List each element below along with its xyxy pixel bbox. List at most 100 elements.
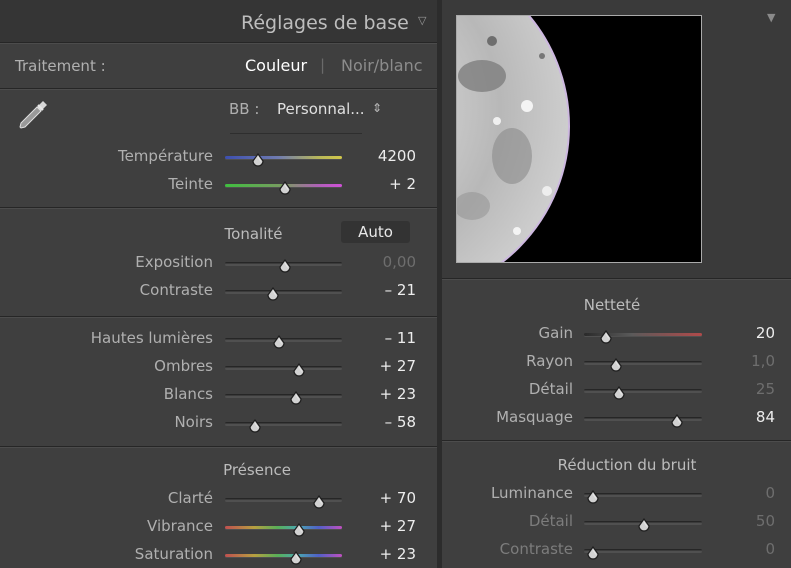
slider-thumb[interactable]: [670, 414, 684, 428]
slider-value[interactable]: 25: [695, 380, 775, 398]
wb-select[interactable]: Personnal...: [277, 100, 365, 118]
treatment-color-button[interactable]: Couleur: [245, 56, 307, 75]
slider-row: Exposition 0,00: [0, 251, 437, 275]
slider-label: Température: [117, 147, 213, 165]
divider: [442, 278, 791, 280]
slider-value[interactable]: 0: [695, 540, 775, 558]
auto-button-label: Auto: [358, 223, 393, 241]
slider-row: Gain 20: [442, 322, 791, 346]
slider-thumb[interactable]: [312, 495, 326, 509]
sharpening-section-label: Netteté: [583, 296, 641, 314]
slider-track[interactable]: [584, 549, 702, 552]
slider-thumb[interactable]: [599, 330, 613, 344]
slider-track[interactable]: [225, 156, 342, 159]
presence-section-label: Présence: [223, 461, 291, 479]
slider-track[interactable]: [584, 389, 702, 392]
collapse-triangle-icon[interactable]: ▼: [767, 11, 775, 24]
slider-label: Clarté: [167, 489, 213, 507]
noise-section-label: Réduction du bruit: [557, 456, 697, 474]
slider-thumb[interactable]: [278, 181, 292, 195]
slider-row: Détail 25: [442, 378, 791, 402]
slider-label: Rayon: [526, 352, 573, 370]
slider-label: Luminance: [490, 484, 573, 502]
eyedropper-icon[interactable]: [14, 96, 50, 132]
slider-row: Température 4200: [0, 145, 437, 169]
slider-thumb[interactable]: [586, 546, 600, 560]
slider-label: Gain: [538, 324, 574, 342]
slider-value[interactable]: – 21: [336, 281, 416, 299]
slider-value[interactable]: + 2: [336, 175, 416, 193]
slider-track[interactable]: [225, 394, 342, 397]
slider-value[interactable]: 50: [695, 512, 775, 530]
slider-thumb[interactable]: [586, 490, 600, 504]
slider-thumb[interactable]: [612, 386, 626, 400]
slider-row: Ombres + 27: [0, 355, 437, 379]
tone-section-label: Tonalité: [224, 225, 283, 243]
slider-label: Détail: [528, 380, 573, 398]
slider-value[interactable]: – 11: [336, 329, 416, 347]
treatment-separator: |: [320, 56, 326, 74]
slider-track[interactable]: [225, 290, 342, 293]
slider-value[interactable]: 1,0: [695, 352, 775, 370]
slider-label: Détail: [528, 512, 573, 530]
slider-track[interactable]: [584, 361, 702, 364]
slider-row: Détail 50: [442, 510, 791, 534]
collapse-triangle-icon[interactable]: ▽: [418, 14, 426, 27]
slider-value[interactable]: + 27: [336, 517, 416, 535]
slider-row: Blancs + 23: [0, 383, 437, 407]
slider-value[interactable]: + 27: [336, 357, 416, 375]
slider-row: Contraste 0: [442, 538, 791, 562]
slider-thumb[interactable]: [609, 358, 623, 372]
slider-track[interactable]: [584, 417, 702, 420]
slider-thumb[interactable]: [272, 335, 286, 349]
basic-panel: Réglages de base ▽ Traitement : Couleur …: [0, 0, 437, 568]
slider-thumb[interactable]: [251, 153, 265, 167]
auto-button[interactable]: Auto: [341, 221, 410, 243]
divider: [0, 207, 437, 209]
slider-row: Clarté + 70: [0, 487, 437, 511]
slider-track[interactable]: [225, 366, 342, 369]
slider-track[interactable]: [225, 422, 342, 425]
slider-thumb[interactable]: [292, 523, 306, 537]
slider-label: Teinte: [168, 175, 213, 193]
divider: [0, 88, 437, 90]
slider-row: Masquage 84: [442, 406, 791, 430]
slider-track[interactable]: [584, 493, 702, 496]
slider-value[interactable]: 0,00: [336, 253, 416, 271]
slider-label: Noirs: [174, 413, 213, 431]
treatment-bw-button[interactable]: Noir/blanc: [341, 56, 423, 75]
slider-thumb[interactable]: [248, 419, 262, 433]
wb-label: BB :: [229, 100, 260, 118]
slider-row: Vibrance + 27: [0, 515, 437, 539]
wb-underline: [230, 133, 362, 134]
slider-value[interactable]: + 23: [336, 385, 416, 403]
wb-select-arrows-icon[interactable]: ⇕: [372, 101, 382, 115]
slider-label: Contraste: [499, 540, 573, 558]
slider-label: Saturation: [134, 545, 213, 563]
divider: [0, 316, 437, 318]
slider-value[interactable]: – 58: [336, 413, 416, 431]
slider-thumb[interactable]: [289, 551, 303, 565]
divider: [0, 42, 437, 44]
slider-track[interactable]: [225, 526, 342, 529]
slider-row: Contraste – 21: [0, 279, 437, 303]
slider-thumb[interactable]: [292, 363, 306, 377]
slider-label: Vibrance: [147, 517, 213, 535]
slider-label: Masquage: [496, 408, 573, 426]
basic-panel-header[interactable]: Réglages de base ▽: [0, 0, 437, 42]
slider-track[interactable]: [225, 554, 342, 557]
slider-value[interactable]: 4200: [336, 147, 416, 165]
slider-value[interactable]: 84: [695, 408, 775, 426]
slider-thumb[interactable]: [637, 518, 651, 532]
detail-preview-image[interactable]: [456, 15, 702, 263]
slider-value[interactable]: 0: [695, 484, 775, 502]
slider-label: Contraste: [139, 281, 213, 299]
slider-thumb[interactable]: [278, 259, 292, 273]
detail-panel: ▼ Netteté Réduction du bruit Gain 20 Ray…: [442, 0, 791, 568]
slider-value[interactable]: + 70: [336, 489, 416, 507]
slider-value[interactable]: + 23: [336, 545, 416, 563]
slider-thumb[interactable]: [289, 391, 303, 405]
slider-value[interactable]: 20: [695, 324, 775, 342]
slider-label: Blancs: [163, 385, 213, 403]
slider-thumb[interactable]: [266, 287, 280, 301]
